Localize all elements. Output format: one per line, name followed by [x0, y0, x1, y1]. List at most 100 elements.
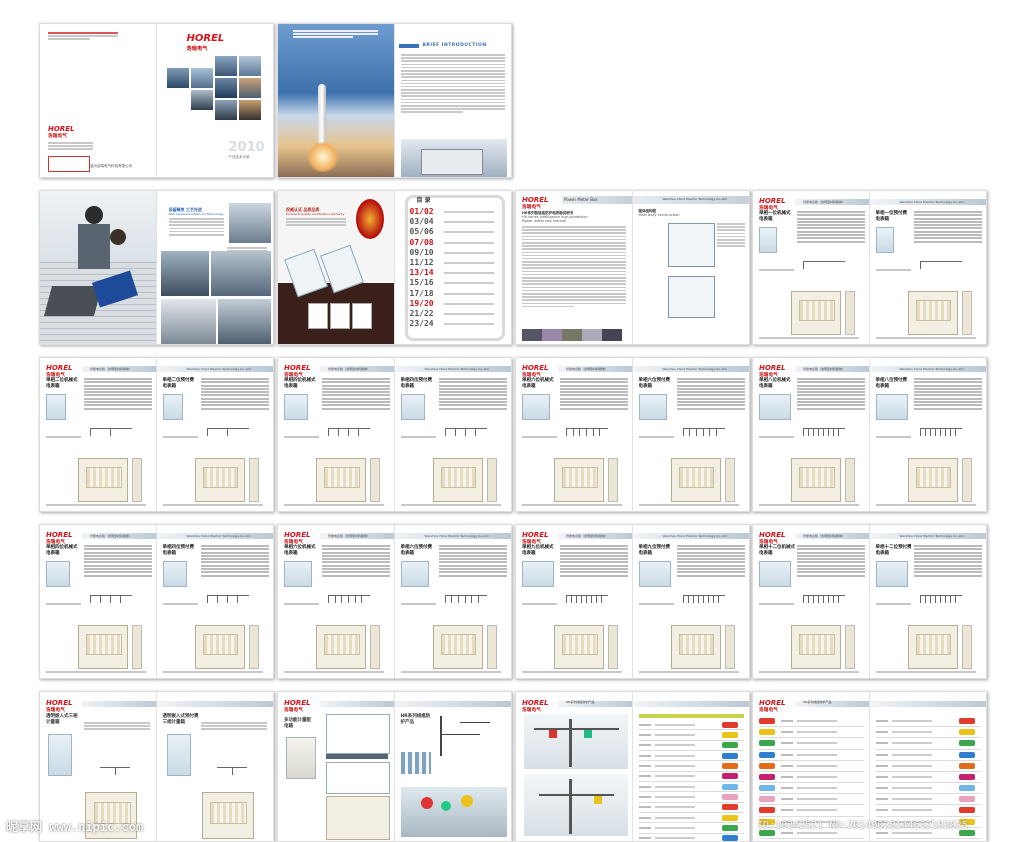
intro-tab-marker — [398, 44, 419, 48]
toc-entry[interactable]: 13/14 — [410, 268, 505, 278]
page-header-cn: 智能电表箱（透明型材料箱体） — [803, 200, 846, 204]
toc-entry[interactable]: 05/06 — [410, 227, 505, 237]
table-row — [875, 750, 981, 761]
certification-subtitle: Excellent quality certification authorit… — [286, 212, 345, 216]
product-spread-9[interactable]: HOREL 浩瑞电气 智能电表箱（透明型材料箱体） 单相十二位机械式 电表箱 Wenzho… — [752, 524, 987, 679]
spec-table — [322, 545, 390, 578]
toc-entry[interactable]: 01/02 — [410, 207, 505, 217]
table-row — [875, 794, 981, 806]
three-phase-prepaid-title: 透明嵌入式预付费三相计量箱 — [162, 714, 199, 725]
prepaid-page: Wenzhou Horui Electric Technology Co.,Lt… — [156, 525, 273, 678]
equipment-text — [168, 218, 224, 237]
footer-text — [162, 504, 263, 507]
manual-header: Wenzhou Horui Electric Technology Co.,Lt… — [662, 197, 727, 201]
product-spread-5[interactable]: HOREL 浩瑞电气 智能电表箱（透明型材料箱体） 单相八位机械式 电表箱 Wenzhou… — [752, 357, 987, 512]
box-dimension-drawing — [670, 625, 721, 669]
toc-entry[interactable]: 07/08 — [410, 238, 505, 248]
product-color-swatch — [759, 773, 775, 780]
toc-entry[interactable]: 23/24 — [410, 319, 505, 329]
product-spread-7[interactable]: HOREL 浩瑞电气 智能电表箱（透明型材料箱体） 单相六位机械式 电表箱 Wenzhou… — [277, 524, 512, 679]
equipment-page: 设备精良 工艺先进 Well-equipped Advanced Technol… — [157, 191, 274, 344]
back-logo: HOREL 浩瑞电气 — [48, 125, 75, 140]
product-spread-4[interactable]: HOREL 浩瑞电气 智能电表箱（透明型材料箱体） 单相六位机械式 电表箱 Wenzhou… — [515, 357, 750, 512]
cable-protection-title: HR系列线缆防护产品 — [400, 714, 431, 725]
three-phase-photo — [48, 734, 72, 776]
three-phase-prepaid-photo — [166, 734, 191, 776]
intro-spread[interactable]: BRIEF INTRODUCTION — [277, 23, 512, 178]
product-title: 单相六位机械式 电表箱 — [522, 378, 554, 389]
mechanical-page: HOREL 浩瑞电气 智能电表箱（透明型材料箱体） 单相十二位机械式 电表箱 — [753, 525, 870, 678]
table-row — [759, 716, 864, 728]
toc-entry[interactable]: 19/20 — [410, 299, 505, 309]
equipment-subtitle: Well-equipped Advanced Technology — [168, 212, 224, 216]
footer-text — [759, 337, 859, 340]
box-side-drawing — [132, 625, 142, 669]
product-spread-2[interactable]: HOREL 浩瑞电气 智能电表箱（透明型材料箱体） 单相二位机械式 电表箱 Wenzhou… — [39, 357, 274, 512]
table-row — [638, 803, 744, 813]
product-spread-8[interactable]: HOREL 浩瑞电气 智能电表箱（透明型材料箱体） 单相九位机械式 电表箱 Wenzhou… — [515, 524, 750, 679]
cable-products-spread-1[interactable]: HOREL 浩瑞电气 HR系列线缆防护产品 — [515, 691, 750, 842]
toc-entry-text — [443, 323, 494, 326]
toc-entry[interactable]: 03/04 — [410, 217, 505, 227]
product-photo — [162, 561, 187, 587]
box-dimension-drawing — [201, 792, 254, 839]
mechanical-page: HOREL 浩瑞电气 智能电表箱（透明型材料箱体） 单相一位机械式 电表箱 — [753, 191, 870, 344]
box-dimension-drawing — [907, 291, 958, 335]
toc-page-number: 21/22 — [409, 308, 434, 318]
page-logo: HOREL 浩瑞电气 — [46, 699, 73, 714]
product-title: 单相四位机械式 电表箱 — [46, 545, 78, 556]
wiring-diagram — [216, 767, 247, 775]
box-dimension-drawing — [194, 625, 245, 669]
dragon-logo — [356, 199, 384, 239]
equipment-photo-5 — [217, 299, 271, 344]
box-dimension-drawing — [316, 625, 366, 669]
product-photo — [46, 394, 66, 420]
cover-spread[interactable]: HOREL 浩瑞电气 温州浩瑞电气科技有限公司 HOREL 浩瑞电气 2010 产品… — [39, 23, 274, 178]
toc-entry[interactable]: 17/18 — [410, 289, 505, 299]
multifunction-spread[interactable]: HOREL 浩瑞电气 多功能计量配电箱 HR系列线缆防护产品 — [277, 691, 512, 842]
toc-entry[interactable]: 21/22 — [410, 309, 505, 319]
certificate-4 — [330, 303, 350, 329]
page-header-en: Wenzhou Horui Electric Technology Co.,Lt… — [186, 367, 251, 371]
prepaid-page: Wenzhou Horui Electric Technology Co.,Lt… — [632, 358, 749, 511]
multifunction-photo — [286, 737, 316, 779]
prepaid-page: Wenzhou Horui Electric Technology Co.,Lt… — [394, 358, 511, 511]
spec-table — [438, 378, 507, 411]
toc-entry[interactable]: 09/10 — [410, 248, 505, 258]
toc-spread[interactable]: 权威认证 品质品质 Excellent quality certificatio… — [277, 190, 512, 345]
spec-table — [322, 378, 390, 411]
toc-entry[interactable]: 15/16 — [410, 278, 505, 288]
manual-spread[interactable]: HOREL 浩瑞电气 Power Meter Box HR系列智能高防护电表箱说明… — [515, 190, 750, 345]
product-spread-1[interactable]: HOREL 浩瑞电气 智能电表箱（透明型材料箱体） 单相一位机械式 电表箱 Wenzhou… — [752, 190, 987, 345]
equipment-spread[interactable]: 设备精良 工艺先进 Well-equipped Advanced Technol… — [39, 190, 274, 345]
product-spread-3[interactable]: HOREL 浩瑞电气 智能电表箱（透明型材料箱体） 单相四位机械式 电表箱 Wenzhou… — [277, 357, 512, 512]
box-dimension-drawing — [907, 625, 958, 669]
toc-entry[interactable]: 11/12 — [410, 258, 505, 268]
product-photo — [638, 561, 671, 587]
table-row — [875, 783, 981, 795]
product-photo — [875, 394, 908, 420]
product-title: 单相一位机械式 电表箱 — [759, 211, 791, 222]
rocket-quote — [293, 30, 378, 40]
table-row — [875, 716, 981, 728]
product-spread-6[interactable]: HOREL 浩瑞电气 智能电表箱（透明型材料箱体） 单相四位机械式 电表箱 Wenzhou… — [39, 524, 274, 679]
box-dimension-drawing — [791, 625, 841, 669]
front-cover: HOREL 浩瑞电气 2010 产品技术手册 — [157, 24, 274, 177]
installation-photo — [400, 787, 507, 837]
factory-building-image — [400, 139, 507, 177]
box-side-drawing — [845, 458, 855, 502]
product-photo — [522, 394, 550, 420]
table-row — [875, 738, 981, 750]
page-header-en: Wenzhou Horui Electric Technology Co.,Lt… — [424, 367, 489, 371]
product-color-swatch — [759, 796, 775, 803]
spec-table — [913, 378, 982, 411]
product-color-swatch — [958, 796, 975, 803]
toc-title: 目 录 — [416, 197, 431, 204]
page-logo: HOREL 浩瑞电气 — [759, 364, 786, 379]
product-title: 单相八位机械式 电表箱 — [759, 378, 791, 389]
note-text — [284, 603, 319, 606]
box-side-drawing — [961, 291, 972, 335]
toc-entry-text — [443, 262, 494, 265]
equipment-photo-2 — [160, 251, 209, 296]
product-title: 单相十二位预付费 电表箱 — [875, 545, 912, 556]
